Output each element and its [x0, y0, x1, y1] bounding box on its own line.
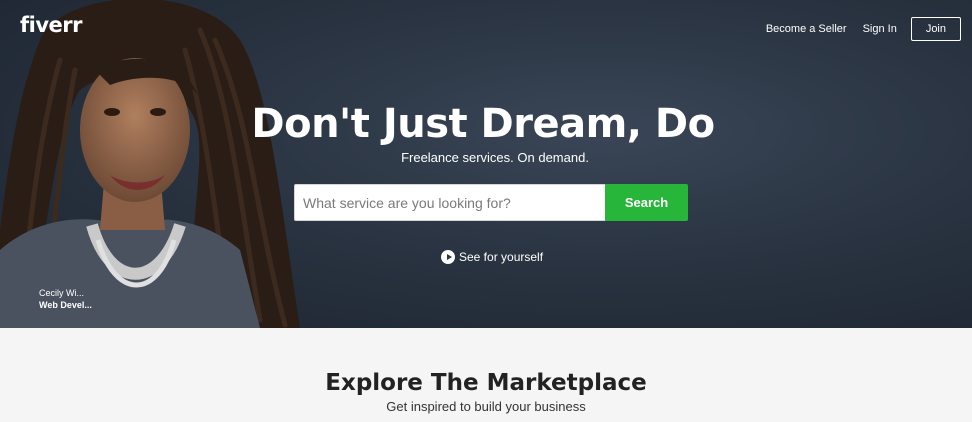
- search-input[interactable]: [294, 184, 605, 221]
- become-seller-link[interactable]: Become a Seller: [766, 23, 847, 35]
- hero-subline: Freelance services. On demand.: [401, 150, 589, 165]
- caption-name: Cecily Wi...: [39, 288, 84, 298]
- join-button[interactable]: Join: [910, 17, 961, 41]
- see-for-yourself-label: See for yourself: [459, 250, 544, 264]
- caption-role: Web Devel...: [39, 300, 92, 310]
- explore-title: Explore The Marketplace: [325, 370, 647, 396]
- see-for-yourself-link[interactable]: See for yourself: [441, 250, 543, 264]
- hero-headline: Don't Just Dream, Do: [251, 101, 715, 147]
- sign-in-link[interactable]: Sign In: [863, 23, 897, 35]
- play-icon: [441, 250, 455, 264]
- top-nav: Become a Seller Sign In Join: [766, 17, 961, 41]
- explore-subtitle: Get inspired to build your business: [386, 399, 586, 414]
- fiverr-logo[interactable]: fiverr: [20, 13, 82, 37]
- search-button[interactable]: Search: [605, 184, 688, 221]
- search-bar: Search: [294, 184, 688, 221]
- explore-section: Explore The Marketplace Get inspired to …: [0, 328, 972, 422]
- hero-banner: fiverr Become a Seller Sign In Join Don'…: [0, 0, 972, 328]
- hero-caption: Cecily Wi... Web Devel...: [39, 287, 92, 311]
